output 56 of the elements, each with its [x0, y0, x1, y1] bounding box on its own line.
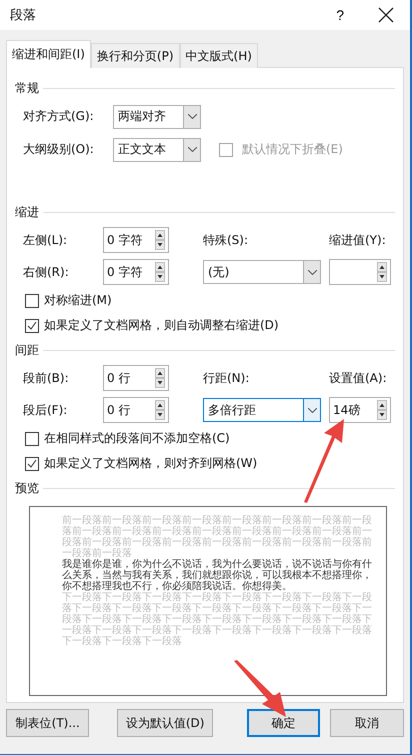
spin-box[interactable]: 14磅: [329, 397, 391, 423]
field-label: 设置值(A):: [329, 370, 388, 386]
spin-box[interactable]: 0 字符: [103, 259, 169, 285]
close-icon[interactable]: [378, 7, 394, 23]
dropdown[interactable]: 两端对齐: [113, 104, 201, 128]
dropdown[interactable]: (无): [203, 260, 321, 284]
checkbox-label: 对称缩进(M): [44, 292, 112, 309]
checkbox[interactable]: [25, 432, 39, 446]
spin-arrows-icon[interactable]: [155, 400, 165, 420]
spin-arrows-icon[interactable]: [377, 262, 387, 282]
checkbox[interactable]: [25, 456, 39, 470]
chevron-down-icon: [308, 270, 316, 274]
field-label: 左侧(L):: [23, 232, 68, 248]
field-label: 缩进值(Y):: [329, 232, 387, 248]
dropdown[interactable]: 多倍行距: [203, 398, 321, 422]
checkbox-label: 如果定义了文档网格，则自动调整右缩进(D): [44, 317, 279, 334]
section-title: 间距: [15, 342, 39, 358]
chevron-down-icon: [188, 147, 196, 152]
field-label: 对齐方式(G):: [23, 108, 95, 125]
checkbox-label: 默认情况下折叠(E): [242, 141, 343, 158]
help-button[interactable]: ?: [336, 7, 344, 23]
tab[interactable]: 中文版式(H): [180, 43, 258, 68]
window-title: 段落: [10, 7, 37, 24]
spin-arrows-icon[interactable]: [155, 368, 165, 388]
spin-box[interactable]: 0 行: [103, 397, 169, 423]
tab[interactable]: 换行和分页(P): [90, 43, 180, 68]
dropdown[interactable]: 正文文本: [113, 138, 201, 162]
section-title: 预览: [15, 480, 39, 496]
dialog-button[interactable]: 确定: [246, 709, 320, 737]
field-label: 右侧(R):: [23, 264, 70, 280]
tab[interactable]: 缩进和间距(I): [6, 40, 91, 68]
section-title: 缩进: [15, 204, 39, 220]
field-label: 段前(B):: [23, 370, 70, 386]
checkbox-label: 如果定义了文档网格，则对齐到网格(W): [44, 455, 258, 472]
checkbox[interactable]: [25, 294, 39, 308]
preview-text: 前一段落前一段落前一段落前一段落前一段落前一段落前一段落前一段落前一段落前一段落前一段落前一段落前一段落前一段落前一段落前一段落前一段落前一段落前一段落前一段落前一段落前一段落前一段落前一段落前一段落: [62, 515, 373, 559]
dialog-button[interactable]: 设为默认值(D): [117, 709, 213, 737]
checkbox-label: 在相同样式的段落间不添加空格(C): [44, 430, 230, 447]
arrow: [232, 660, 288, 718]
spin-arrows-icon[interactable]: [377, 400, 387, 420]
chevron-down-icon: [188, 114, 196, 119]
spin-box[interactable]: 0 行: [103, 365, 169, 391]
field-label: 大纲级别(O):: [23, 141, 95, 158]
preview-text: 下一段落下一段落下一段落下一段落下一段落下一段落下一段落下一段落下一段落下一段落下一段落下一段落下一段落下一段落下一段落下一段落下一段落下一段落下一段落下一段落下一段落下一段落下一段落下一段落下一段落下一段落下一段落下一段落下一段落下一段落下一段落下一段落下一段落下一段落: [62, 592, 373, 647]
spin-box[interactable]: 0 字符: [103, 227, 169, 253]
checkbox[interactable]: [25, 318, 39, 332]
field-label: 特殊(S):: [203, 232, 250, 248]
spin-arrows-icon[interactable]: [155, 262, 165, 282]
section-title: 常规: [15, 80, 39, 96]
field-label: 行距(N):: [203, 370, 250, 386]
chevron-down-icon: [308, 408, 316, 412]
dialog-button[interactable]: 取消: [330, 709, 404, 737]
dialog-button[interactable]: 制表位(T)...: [6, 709, 90, 737]
spin-arrows-icon[interactable]: [155, 230, 165, 250]
preview-text: 我是谁你是谁，你为什么不说话，我为什么要说话，说不说话与你有什么关系，当然与我有关系，我们就想跟你说，可以我根本不想搭理你，你不想搭理我也不行，你必须陪我说话。你想得美。: [62, 559, 373, 592]
field-label: 段后(F):: [23, 402, 68, 418]
